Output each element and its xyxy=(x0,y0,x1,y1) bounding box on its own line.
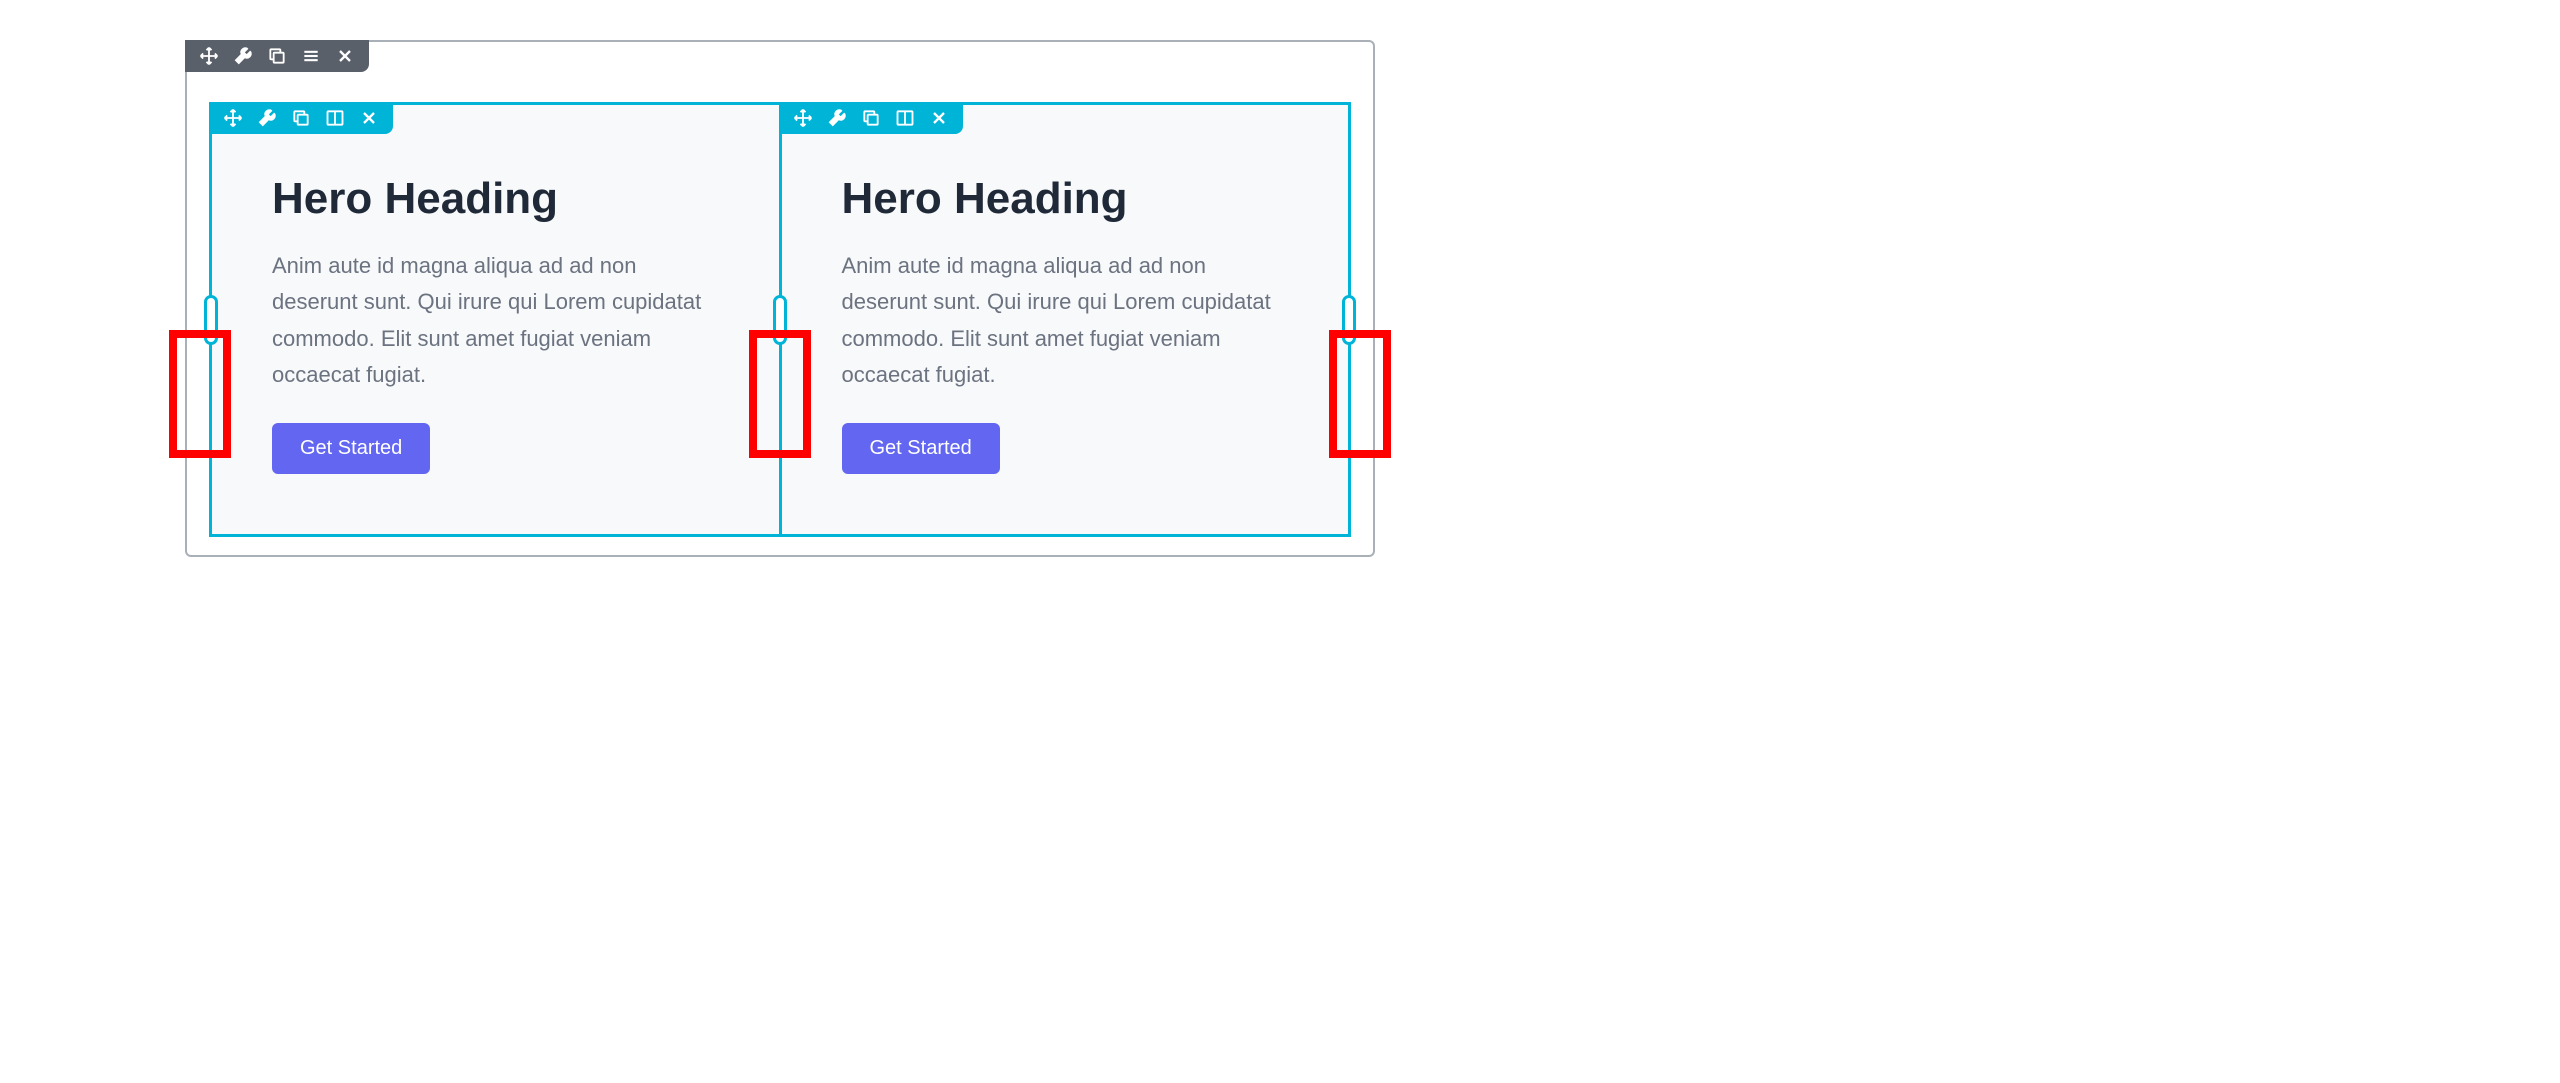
columns-icon[interactable] xyxy=(895,108,915,128)
hero-body[interactable]: Anim aute id magna aliqua ad ad non dese… xyxy=(842,248,1289,393)
column-toolbar xyxy=(779,102,963,134)
menu-icon[interactable] xyxy=(301,46,321,66)
wrench-icon[interactable] xyxy=(827,108,847,128)
hero-body[interactable]: Anim aute id magna aliqua ad ad non dese… xyxy=(272,248,719,393)
hero-content: Hero Heading Anim aute id magna aliqua a… xyxy=(212,134,779,534)
move-icon[interactable] xyxy=(223,108,243,128)
move-icon[interactable] xyxy=(199,46,219,66)
resize-handle-right[interactable] xyxy=(1342,295,1356,345)
close-icon[interactable] xyxy=(929,108,949,128)
column-1[interactable]: Hero Heading Anim aute id magna aliqua a… xyxy=(209,102,782,537)
columns-icon[interactable] xyxy=(325,108,345,128)
close-icon[interactable] xyxy=(335,46,355,66)
column-2[interactable]: Hero Heading Anim aute id magna aliqua a… xyxy=(779,102,1352,537)
wrench-icon[interactable] xyxy=(233,46,253,66)
duplicate-icon[interactable] xyxy=(291,108,311,128)
close-icon[interactable] xyxy=(359,108,379,128)
section-container[interactable]: Hero Heading Anim aute id magna aliqua a… xyxy=(185,40,1375,557)
resize-handle-left[interactable] xyxy=(204,295,218,345)
hero-heading[interactable]: Hero Heading xyxy=(272,174,719,224)
hero-heading[interactable]: Hero Heading xyxy=(842,174,1289,224)
move-icon[interactable] xyxy=(793,108,813,128)
columns-row: Hero Heading Anim aute id magna aliqua a… xyxy=(187,72,1373,555)
section-toolbar xyxy=(185,40,369,72)
duplicate-icon[interactable] xyxy=(861,108,881,128)
resize-handle-right[interactable] xyxy=(773,295,787,345)
duplicate-icon[interactable] xyxy=(267,46,287,66)
builder-canvas: Hero Heading Anim aute id magna aliqua a… xyxy=(185,40,1375,557)
hero-content: Hero Heading Anim aute id magna aliqua a… xyxy=(782,134,1349,534)
column-toolbar xyxy=(209,102,393,134)
cta-button[interactable]: Get Started xyxy=(272,423,430,474)
wrench-icon[interactable] xyxy=(257,108,277,128)
cta-button[interactable]: Get Started xyxy=(842,423,1000,474)
